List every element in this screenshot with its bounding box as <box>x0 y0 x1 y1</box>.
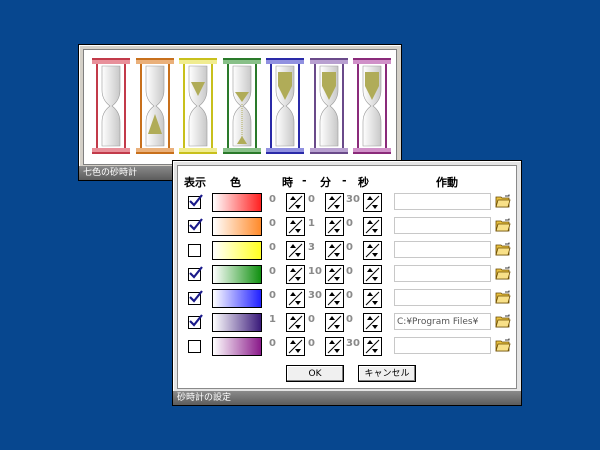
second-value: 0 <box>346 242 353 253</box>
color-swatch-button[interactable] <box>212 337 262 356</box>
action-path-input[interactable] <box>394 265 491 282</box>
show-checkbox[interactable] <box>188 244 201 257</box>
header-hour: 時 <box>282 176 293 189</box>
minute-spinner[interactable] <box>325 217 344 236</box>
color-swatch-button[interactable] <box>212 289 262 308</box>
settings-row: 1 0 0 C:¥Program Files¥ <box>178 313 516 333</box>
show-checkbox[interactable] <box>188 218 203 233</box>
hourglass-green <box>221 56 263 156</box>
action-path-input[interactable] <box>394 289 491 306</box>
hour-spinner[interactable] <box>286 337 305 356</box>
hour-value: 0 <box>269 218 276 229</box>
folder-open-icon[interactable] <box>495 290 511 304</box>
header-sep1: - <box>302 174 307 187</box>
folder-open-icon[interactable] <box>495 194 511 208</box>
action-path-input[interactable] <box>394 337 491 354</box>
cancel-button[interactable]: キャンセル <box>358 365 416 382</box>
color-swatch-button[interactable] <box>212 265 262 284</box>
show-checkbox[interactable] <box>188 194 203 209</box>
color-swatch-button[interactable] <box>212 217 262 236</box>
action-path-input[interactable] <box>394 241 491 258</box>
show-checkbox[interactable] <box>188 266 203 281</box>
second-spinner[interactable] <box>363 265 382 284</box>
hour-spinner[interactable] <box>286 289 305 308</box>
show-checkbox[interactable] <box>188 340 201 353</box>
action-path-input[interactable] <box>394 217 491 234</box>
settings-row: 0 0 30 <box>178 193 516 213</box>
action-path-input[interactable]: C:¥Program Files¥ <box>394 313 491 330</box>
folder-open-icon[interactable] <box>495 266 511 280</box>
hourglass-red <box>90 56 132 156</box>
settings-dialog-title: 砂時計の設定 <box>173 391 521 405</box>
minute-value: 0 <box>308 194 315 205</box>
minute-spinner[interactable] <box>325 265 344 284</box>
color-swatch-button[interactable] <box>212 313 262 332</box>
settings-dialog[interactable]: 表示 色 時 - 分 - 秒 作動 0 0 30 0 1 0 0 3 0 0 10 0 0 30 0 1 0 0 C… <box>172 160 522 406</box>
minute-value: 10 <box>308 266 322 277</box>
header-second: 秒 <box>358 176 369 189</box>
minute-value: 3 <box>308 242 315 253</box>
minute-value: 1 <box>308 218 315 229</box>
show-checkbox[interactable] <box>188 314 203 329</box>
hour-value: 0 <box>269 242 276 253</box>
folder-open-icon[interactable] <box>495 242 511 256</box>
minute-value: 0 <box>308 314 315 325</box>
second-spinner[interactable] <box>363 241 382 260</box>
second-value: 30 <box>346 338 360 349</box>
color-swatch-button[interactable] <box>212 193 262 212</box>
settings-body: 表示 色 時 - 分 - 秒 作動 0 0 30 0 1 0 0 3 0 0 10 0 0 30 0 1 0 0 C… <box>177 165 517 389</box>
second-spinner[interactable] <box>363 217 382 236</box>
settings-row: 0 30 0 <box>178 289 516 309</box>
header-sep2: - <box>342 174 347 187</box>
minute-value: 0 <box>308 338 315 349</box>
minute-spinner[interactable] <box>325 313 344 332</box>
color-swatch-button[interactable] <box>212 241 262 260</box>
minute-value: 30 <box>308 290 322 301</box>
show-checkbox[interactable] <box>188 290 203 305</box>
second-value: 0 <box>346 314 353 325</box>
settings-row: 0 3 0 <box>178 241 516 261</box>
action-path-input[interactable] <box>394 193 491 210</box>
hourglass-yellow <box>177 56 219 156</box>
hour-value: 0 <box>269 266 276 277</box>
hour-value: 1 <box>269 314 276 325</box>
minute-spinner[interactable] <box>325 193 344 212</box>
hour-spinner[interactable] <box>286 313 305 332</box>
hour-value: 0 <box>269 338 276 349</box>
hour-spinner[interactable] <box>286 241 305 260</box>
second-value: 30 <box>346 194 360 205</box>
header-color: 色 <box>230 176 241 189</box>
hour-spinner[interactable] <box>286 217 305 236</box>
second-value: 0 <box>346 290 353 301</box>
header-minute: 分 <box>320 176 331 189</box>
hour-value: 0 <box>269 290 276 301</box>
second-spinner[interactable] <box>363 313 382 332</box>
second-value: 0 <box>346 218 353 229</box>
hour-spinner[interactable] <box>286 193 305 212</box>
minute-spinner[interactable] <box>325 289 344 308</box>
settings-row: 0 1 0 <box>178 217 516 237</box>
second-value: 0 <box>346 266 353 277</box>
hourglass-violet <box>351 56 393 156</box>
settings-row: 0 10 0 <box>178 265 516 285</box>
minute-spinner[interactable] <box>325 241 344 260</box>
second-spinner[interactable] <box>363 193 382 212</box>
header-show: 表示 <box>184 176 206 189</box>
hourglass-display-panel <box>83 49 397 165</box>
folder-open-icon[interactable] <box>495 218 511 232</box>
hourglass-blue <box>264 56 306 156</box>
folder-open-icon[interactable] <box>495 314 511 328</box>
second-spinner[interactable] <box>363 289 382 308</box>
hour-spinner[interactable] <box>286 265 305 284</box>
folder-open-icon[interactable] <box>495 338 511 352</box>
settings-row: 0 0 30 <box>178 337 516 357</box>
header-action: 作動 <box>436 176 458 189</box>
second-spinner[interactable] <box>363 337 382 356</box>
ok-button[interactable]: OK <box>286 365 344 382</box>
hourglass-orange <box>134 56 176 156</box>
minute-spinner[interactable] <box>325 337 344 356</box>
hour-value: 0 <box>269 194 276 205</box>
hourglass-indigo <box>308 56 350 156</box>
